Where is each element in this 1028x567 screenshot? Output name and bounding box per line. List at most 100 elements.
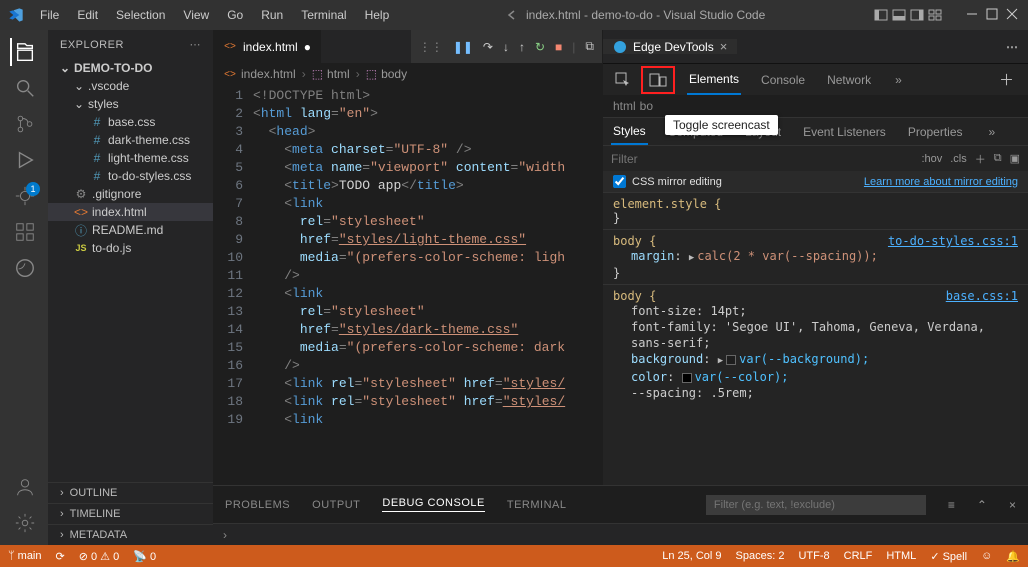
hov-button[interactable]: :hov <box>921 153 942 165</box>
new-rule-icon[interactable]: ＋ <box>975 151 986 167</box>
prop-value[interactable]: var(--color); <box>695 370 789 384</box>
file-index-html[interactable]: <>index.html <box>48 203 213 221</box>
file-readme[interactable]: ⓘREADME.md <box>48 221 213 239</box>
layout-bottom-icon[interactable] <box>892 8 906 22</box>
panel-tab-terminal[interactable]: TERMINAL <box>507 499 567 511</box>
panel-tab-debug-console[interactable]: DEBUG CONSOLE <box>382 497 484 512</box>
activity-settings-icon[interactable] <box>10 509 38 537</box>
section-timeline[interactable]: ›TIMELINE <box>48 503 213 524</box>
step-out-icon[interactable]: ↑ <box>519 40 525 54</box>
layout-grid-icon[interactable] <box>928 8 942 22</box>
menu-edit[interactable]: Edit <box>69 4 106 26</box>
activity-extensions-icon[interactable] <box>10 218 38 246</box>
file-light-css[interactable]: #light-theme.css <box>48 149 213 167</box>
expand-icon[interactable]: ▶ <box>689 253 694 263</box>
back-arrow-icon[interactable] <box>506 9 518 21</box>
selector[interactable]: body { <box>613 289 656 303</box>
editor-tab-index[interactable]: <> index.html ● <box>213 30 321 63</box>
file-gitignore[interactable]: ⚙.gitignore <box>48 185 213 203</box>
color-swatch-icon[interactable] <box>726 355 736 365</box>
styles-tab-styles[interactable]: Styles <box>611 118 648 145</box>
folder-vscode[interactable]: ⌄.vscode <box>48 77 213 95</box>
status-feedback-icon[interactable]: ☺ <box>981 550 992 562</box>
prop-name[interactable]: background <box>631 352 703 366</box>
activity-run-icon[interactable] <box>10 146 38 174</box>
devtools-launch-icon[interactable]: ⧉ <box>585 39 594 54</box>
source-link[interactable]: base.css:1 <box>946 289 1018 303</box>
chevron-right-icon[interactable]: » <box>989 125 996 139</box>
prop-name[interactable]: color <box>631 370 667 384</box>
editor-breadcrumbs[interactable]: <>index.html › ⬚html › ⬚body <box>213 63 602 85</box>
file-dark-css[interactable]: #dark-theme.css <box>48 131 213 149</box>
activity-search-icon[interactable] <box>10 74 38 102</box>
filter-icon[interactable]: ≡ <box>948 498 955 512</box>
devtools-tab-elements[interactable]: Elements <box>687 65 741 95</box>
cls-button[interactable]: .cls <box>950 153 967 165</box>
prop-value[interactable]: calc(2 * var(--spacing)); <box>697 249 878 263</box>
chevron-right-icon[interactable]: » <box>895 73 902 87</box>
activity-explorer-icon[interactable] <box>10 38 38 66</box>
menu-help[interactable]: Help <box>357 4 398 26</box>
status-encoding[interactable]: UTF-8 <box>798 550 829 562</box>
css-declaration[interactable]: font-size: 14pt; <box>631 303 1018 319</box>
add-tab-icon[interactable]: ＋ <box>999 69 1014 90</box>
status-eol[interactable]: CRLF <box>844 550 873 562</box>
color-swatch-icon[interactable] <box>682 373 692 383</box>
explorer-root[interactable]: ⌄DEMO-TO-DO <box>48 59 213 77</box>
devtools-tab-network[interactable]: Network <box>825 65 873 95</box>
panel-tab-problems[interactable]: PROBLEMS <box>225 499 290 511</box>
restart-icon[interactable]: ↻ <box>535 40 545 54</box>
status-spaces[interactable]: Spaces: 2 <box>736 550 785 562</box>
expand-panel-icon[interactable]: ⌃ <box>977 498 987 512</box>
drag-handle-icon[interactable]: ⋮⋮ <box>419 40 443 54</box>
styles-tab-properties[interactable]: Properties <box>906 118 965 145</box>
copy-icon[interactable]: ⧉ <box>994 152 1002 165</box>
css-declaration[interactable]: font-family: 'Segoe UI', Tahoma, Geneva,… <box>631 319 1018 351</box>
status-bell-icon[interactable]: 🔔 <box>1006 550 1020 563</box>
activity-debug-icon[interactable] <box>10 182 38 210</box>
file-base-css[interactable]: #base.css <box>48 113 213 131</box>
selector[interactable]: body { <box>613 234 656 248</box>
status-problems[interactable]: ⊘ 0 ⚠ 0 <box>79 550 120 563</box>
tab-more-icon[interactable]: ⋯ <box>996 40 1028 54</box>
status-branch[interactable]: ᛘ main <box>8 550 42 562</box>
styles-filter-input[interactable] <box>611 152 913 166</box>
layout-right-icon[interactable] <box>910 8 924 22</box>
maximize-icon[interactable] <box>986 8 1000 22</box>
file-todo-js[interactable]: JSto-do.js <box>48 239 213 257</box>
menu-selection[interactable]: Selection <box>108 4 173 26</box>
section-outline[interactable]: ›OUTLINE <box>48 482 213 503</box>
expand-icon[interactable]: ▶ <box>718 356 723 366</box>
minimize-icon[interactable] <box>966 8 980 22</box>
devtools-breadcrumb[interactable]: html bo <box>603 95 1028 117</box>
prop-value[interactable]: var(--background); <box>739 352 869 366</box>
css-declaration[interactable]: --spacing: .5rem; <box>631 385 1018 401</box>
source-link[interactable]: to-do-styles.css:1 <box>888 234 1018 248</box>
panel-filter-input[interactable] <box>706 495 926 515</box>
explorer-more-icon[interactable]: ⋯ <box>190 38 202 51</box>
devtools-tab-console[interactable]: Console <box>759 65 807 95</box>
mirror-learn-link[interactable]: Learn more about mirror editing <box>864 176 1018 188</box>
mirror-checkbox[interactable]: CSS mirror editing <box>613 175 722 188</box>
inspect-element-icon[interactable] <box>609 68 637 92</box>
toggle-screencast-button[interactable] <box>641 66 675 94</box>
status-lang[interactable]: HTML <box>886 550 916 562</box>
menu-run[interactable]: Run <box>253 4 291 26</box>
file-todo-css[interactable]: #to-do-styles.css <box>48 167 213 185</box>
close-icon[interactable] <box>1006 8 1020 22</box>
close-icon[interactable]: × <box>720 39 728 54</box>
stop-icon[interactable]: ■ <box>555 40 562 54</box>
code-editor[interactable]: 12345678910111213141516171819 <!DOCTYPE … <box>213 85 602 485</box>
devtools-tab[interactable]: Edge DevTools × <box>603 39 737 54</box>
activity-scm-icon[interactable] <box>10 110 38 138</box>
menu-go[interactable]: Go <box>219 4 251 26</box>
menu-terminal[interactable]: Terminal <box>293 4 354 26</box>
selector[interactable]: element.style { <box>613 197 721 211</box>
styles-tab-events[interactable]: Event Listeners <box>801 118 888 145</box>
menu-file[interactable]: File <box>32 4 67 26</box>
section-metadata[interactable]: ›METADATA <box>48 524 213 545</box>
layout-left-icon[interactable] <box>874 8 888 22</box>
status-lncol[interactable]: Ln 25, Col 9 <box>662 550 721 562</box>
folder-styles[interactable]: ⌄styles <box>48 95 213 113</box>
prop-name[interactable]: margin <box>631 249 674 263</box>
